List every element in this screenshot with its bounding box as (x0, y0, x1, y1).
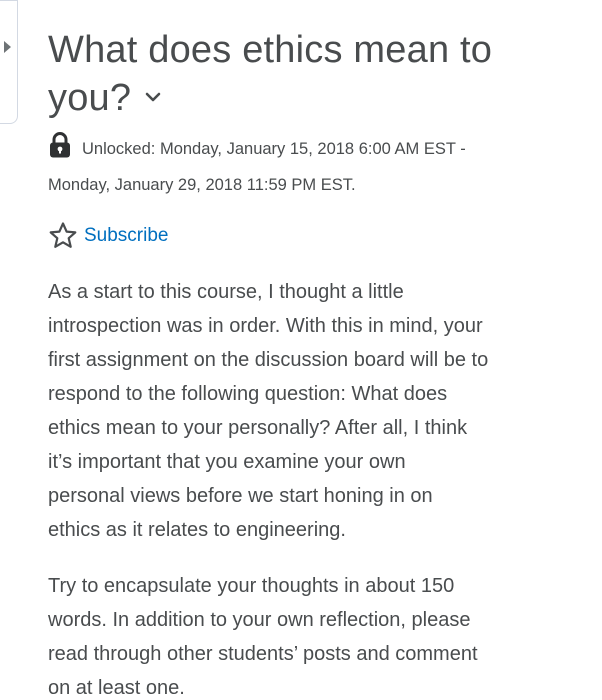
paragraph-line: ethics as it relates to engineering. (48, 518, 346, 541)
topic-content: What does ethics mean to you? Unlocked: … (48, 0, 588, 700)
caret-right-icon (4, 41, 11, 53)
paragraph-line: first assignment on the discussion board… (48, 348, 489, 371)
paragraph-line: words. In addition to your own reflectio… (48, 608, 471, 631)
side-panel-toggle[interactable] (0, 0, 18, 124)
availability-start: Unlocked: Monday, January 15, 2018 6:00 … (82, 139, 466, 158)
paragraph-line: it’s important that you examine your own (48, 450, 406, 473)
title-line-2: you? (48, 77, 132, 119)
paragraph-line: respond to the following question: What … (48, 382, 448, 405)
description-paragraph-1: As a start to this course, I thought a l… (48, 275, 588, 547)
topic-actions-dropdown[interactable] (145, 66, 161, 114)
title-line-1: What does ethics mean to (48, 29, 493, 71)
lock-icon (48, 131, 72, 169)
paragraph-line: ethics mean to your personally? After al… (48, 416, 468, 439)
paragraph-line: Try to encapsulate your thoughts in abou… (48, 574, 455, 597)
description-paragraph-2: Try to encapsulate your thoughts in abou… (48, 569, 588, 700)
page-title: What does ethics mean to you? (48, 26, 588, 124)
chevron-down-icon (145, 92, 161, 102)
paragraph-line: read through other students’ posts and c… (48, 642, 478, 665)
paragraph-line: introspection was in order. With this in… (48, 314, 483, 337)
paragraph-line: personal views before we start honing in… (48, 484, 433, 507)
subscribe-label: Subscribe (84, 224, 169, 246)
availability-end: Monday, January 29, 2018 11:59 PM EST. (48, 175, 356, 194)
paragraph-line: on at least one. (48, 676, 185, 699)
subscribe-link[interactable]: Subscribe (48, 221, 588, 251)
discussion-topic-page: What does ethics mean to you? Unlocked: … (0, 0, 602, 700)
star-outline-icon (48, 221, 78, 251)
availability-dates: Unlocked: Monday, January 15, 2018 6:00 … (48, 131, 588, 201)
paragraph-line: As a start to this course, I thought a l… (48, 280, 404, 303)
